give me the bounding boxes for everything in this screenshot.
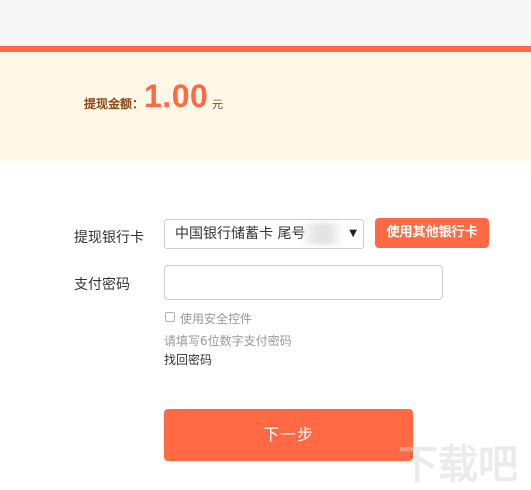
bank-card-select[interactable]: 中国银行储蓄卡 尾号 ▼ — [164, 219, 364, 249]
bank-card-selected-text: 中国银行储蓄卡 尾号 — [175, 226, 306, 242]
next-step-button[interactable]: 下一步 — [164, 409, 413, 461]
amount-value: 1.00 — [144, 78, 209, 114]
bank-card-label: 提现银行卡 — [74, 230, 144, 246]
use-other-bank-card-button[interactable]: 使用其他银行卡 — [375, 218, 489, 248]
amount-unit: 元 — [212, 98, 223, 111]
caret-down-icon: ▼ — [349, 228, 357, 239]
payment-password-label: 支付密码 — [74, 277, 130, 293]
password-hint: 请填写6位数字支付密码 — [164, 334, 292, 348]
payment-password-input[interactable] — [164, 265, 443, 300]
amount-panel — [0, 52, 531, 161]
secure-control-label[interactable]: 使用安全控件 — [180, 310, 252, 327]
recover-password-link[interactable]: 找回密码 — [164, 351, 212, 368]
masked-card-number — [299, 223, 343, 245]
top-header-area — [0, 0, 531, 46]
watermark-logo: 下载吧 — [398, 442, 518, 488]
amount-label: 提现金额： — [84, 97, 145, 111]
secure-control-checkbox[interactable] — [165, 312, 175, 322]
